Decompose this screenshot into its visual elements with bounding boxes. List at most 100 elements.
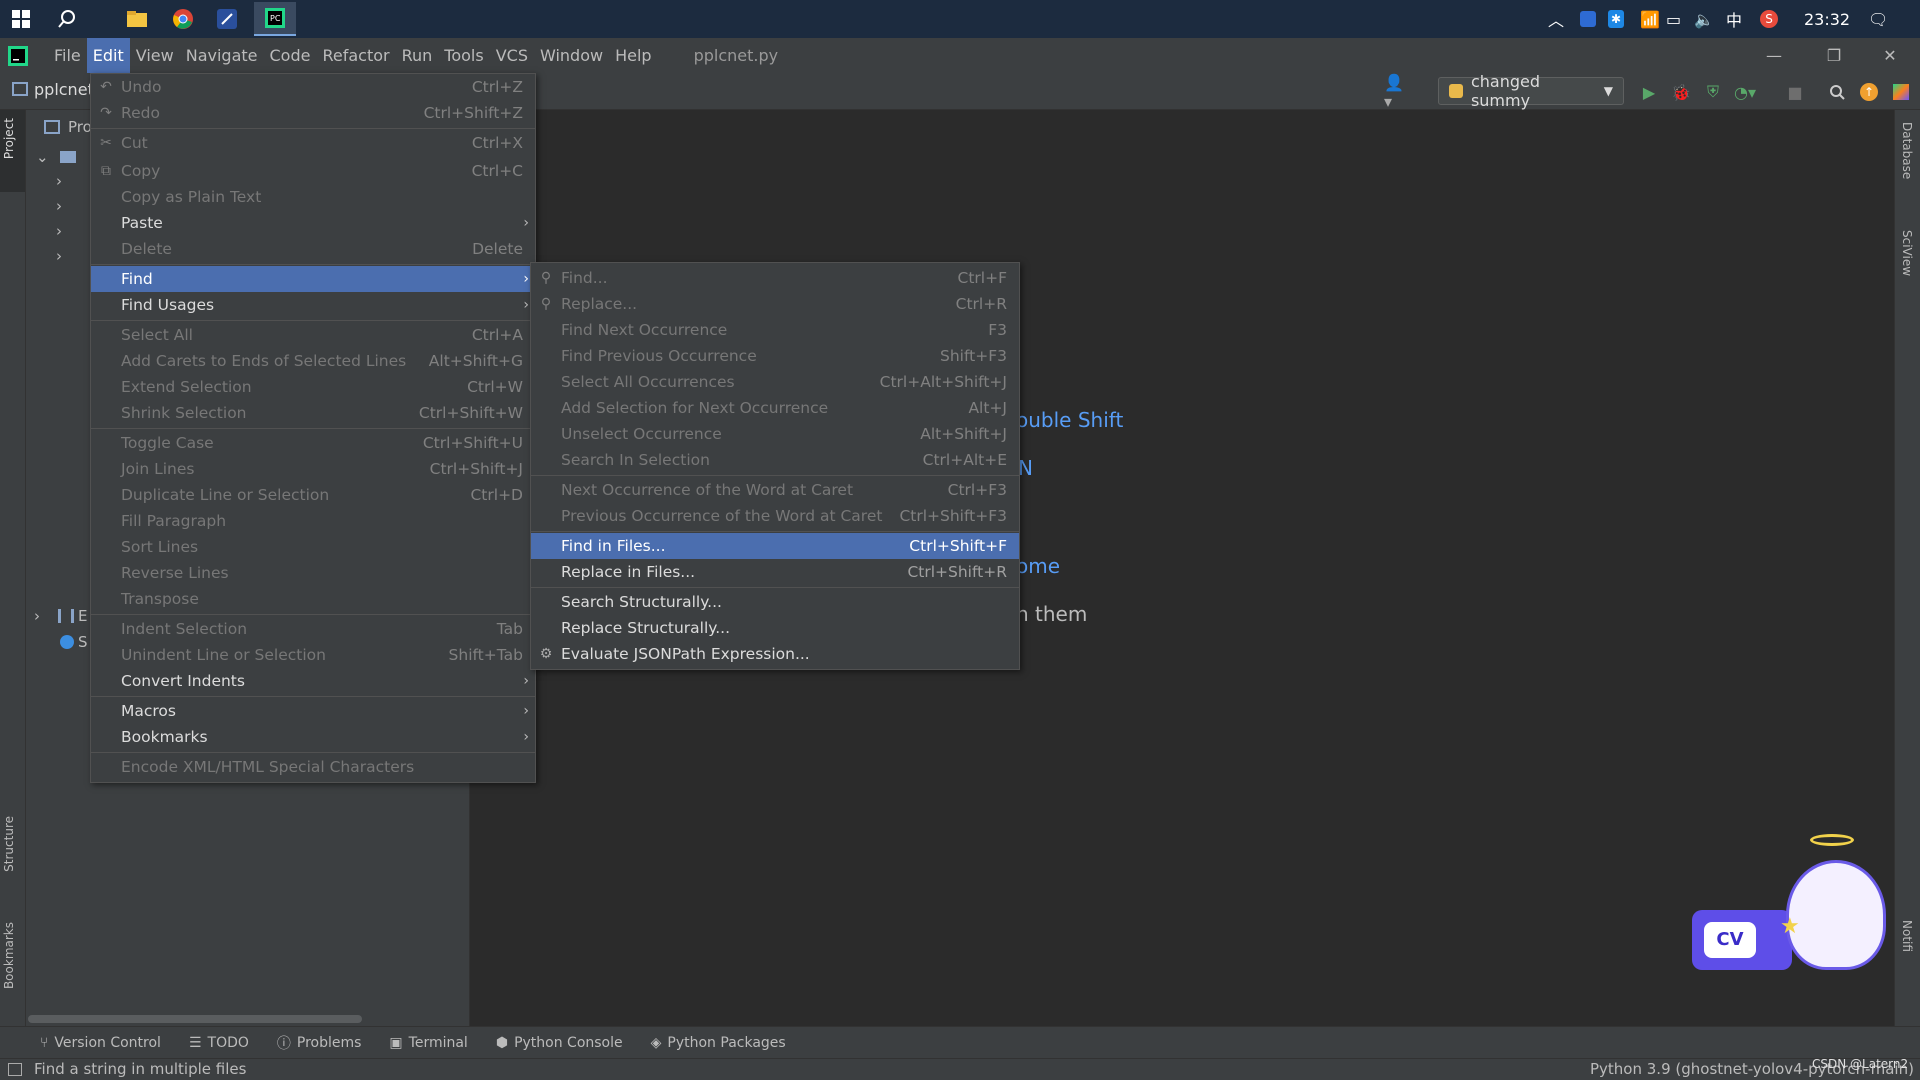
menu-item-select-all[interactable]: Select All Ctrl+A [91, 322, 535, 348]
menu-item-find[interactable]: Find › [91, 266, 535, 292]
user-account-icon[interactable]: 👤▾ [1384, 73, 1410, 111]
tab-database[interactable]: Database [1900, 122, 1914, 179]
tab-structure[interactable]: Structure [2, 816, 16, 872]
bluetooth-icon[interactable]: ✱ [1608, 0, 1624, 38]
menu-file[interactable]: File [48, 38, 87, 73]
menu-item-indent-selection[interactable]: Indent Selection Tab [91, 616, 535, 642]
tab-version-control[interactable]: ⑂ Version Control [40, 1035, 161, 1051]
menu-item-replace-structurally[interactable]: Replace Structurally... [531, 615, 1019, 641]
menu-item-replace-in-files[interactable]: Replace in Files... Ctrl+Shift+R [531, 559, 1019, 585]
tab-bookmarks[interactable]: Bookmarks [2, 922, 16, 989]
search-icon[interactable] [52, 4, 82, 34]
coverage-icon[interactable]: ⛨ [1700, 79, 1726, 105]
run-configuration-select[interactable]: changed summy ▼ [1438, 72, 1624, 110]
tab-python-console[interactable]: ⬢ Python Console [496, 1035, 623, 1051]
menu-item-find-in-files[interactable]: Find in Files... Ctrl+Shift+F [531, 533, 1019, 559]
menu-item-search-structurally[interactable]: Search Structurally... [531, 589, 1019, 615]
menu-item-next-word-at-caret[interactable]: Next Occurrence of the Word at Caret Ctrl… [531, 477, 1019, 503]
menu-item-delete[interactable]: Delete Delete [91, 236, 535, 262]
menu-run[interactable]: Run [396, 38, 439, 73]
search-everywhere-icon[interactable] [1824, 79, 1850, 105]
project-panel-title[interactable]: Pro [68, 118, 92, 136]
toggle-tool-windows-icon[interactable] [8, 1063, 22, 1076]
menu-item-replace[interactable]: ⚲ Replace... Ctrl+R [531, 291, 1019, 317]
update-icon[interactable]: ↑ [1856, 79, 1882, 105]
pycharm-taskbar-icon[interactable]: PC [254, 2, 296, 36]
volume-icon[interactable]: 🔈 [1694, 0, 1714, 38]
menu-item-join-lines[interactable]: Join Lines Ctrl+Shift+J [91, 456, 535, 482]
tab-terminal[interactable]: ▣ Terminal [389, 1035, 467, 1051]
menu-item-copy-plain-text[interactable]: Copy as Plain Text [91, 184, 535, 210]
wifi-icon[interactable]: 📶 [1640, 0, 1660, 38]
menu-refactor[interactable]: Refactor [316, 38, 395, 73]
jetbrains-icon[interactable] [1888, 79, 1914, 105]
run-icon[interactable]: ▶ [1636, 79, 1662, 105]
menu-item-find-next[interactable]: Find Next Occurrence F3 [531, 317, 1019, 343]
menu-item-paste[interactable]: Paste › [91, 210, 535, 236]
tab-todo[interactable]: ☰ TODO [189, 1035, 249, 1051]
tree-row[interactable]: › [56, 195, 62, 217]
menu-item-select-all-occurrences[interactable]: Select All Occurrences Ctrl+Alt+Shift+J [531, 369, 1019, 395]
tree-row[interactable]: › [56, 245, 62, 267]
battery-icon[interactable]: ▭ [1666, 0, 1681, 38]
menu-item-search-in-selection[interactable]: Search In Selection Ctrl+Alt+E [531, 447, 1019, 473]
clock[interactable]: 23:32 [1804, 0, 1850, 38]
menu-navigate[interactable]: Navigate [180, 38, 264, 73]
menu-tools[interactable]: Tools [438, 38, 489, 73]
tree-root-row[interactable]: ⌄ [36, 146, 76, 168]
menu-item-bookmarks[interactable]: Bookmarks › [91, 724, 535, 750]
tab-sciview[interactable]: SciView [1900, 230, 1914, 276]
menu-item-fill-paragraph[interactable]: Fill Paragraph [91, 508, 535, 534]
tree-row-scratches[interactable]: S [60, 631, 88, 653]
stop-icon[interactable]: ■ [1782, 79, 1808, 105]
menu-item-redo[interactable]: ↷ Redo Ctrl+Shift+Z [91, 100, 535, 126]
menu-item-previous-word-at-caret[interactable]: Previous Occurrence of the Word at Caret… [531, 503, 1019, 529]
windows-start-icon[interactable] [6, 4, 36, 34]
tree-row-external-libraries[interactable]: › E [34, 605, 87, 627]
profile-icon[interactable]: ◔▾ [1732, 79, 1758, 105]
tree-row[interactable]: › [56, 170, 62, 192]
menu-edit[interactable]: Edit [86, 38, 130, 73]
menu-window[interactable]: Window [534, 38, 609, 73]
debug-icon[interactable]: 🐞 [1668, 79, 1694, 105]
menu-view[interactable]: View [130, 38, 180, 73]
menu-item-reverse-lines[interactable]: Reverse Lines [91, 560, 535, 586]
menu-item-convert-indents[interactable]: Convert Indents › [91, 668, 535, 694]
tab-project[interactable]: Project [2, 118, 16, 159]
menu-item-add-carets[interactable]: Add Carets to Ends of Selected Lines Alt+… [91, 348, 535, 374]
menu-item-find-previous[interactable]: Find Previous Occurrence Shift+F3 [531, 343, 1019, 369]
menu-help[interactable]: Help [609, 38, 657, 73]
tray-chevron-icon[interactable]: ︿ [1548, 0, 1564, 38]
menu-item-add-selection-next[interactable]: Add Selection for Next Occurrence Alt+J [531, 395, 1019, 421]
horizontal-scrollbar[interactable] [28, 1015, 362, 1023]
sogou-icon[interactable]: S [1760, 0, 1778, 38]
menu-item-undo[interactable]: ↶ Undo Ctrl+Z [91, 74, 535, 100]
menu-item-find-usages[interactable]: Find Usages › [91, 292, 535, 318]
restore-button[interactable]: ❐ [1804, 38, 1864, 73]
tray-app-icon[interactable] [1580, 0, 1596, 38]
menu-item-find-dialog[interactable]: ⚲ Find... Ctrl+F [531, 265, 1019, 291]
menu-item-copy[interactable]: ⧉ Copy Ctrl+C [91, 158, 535, 184]
file-explorer-icon[interactable] [122, 4, 152, 34]
menu-item-encode-xml[interactable]: Encode XML/HTML Special Characters [91, 754, 535, 780]
menu-item-macros[interactable]: Macros › [91, 698, 535, 724]
menu-code[interactable]: Code [264, 38, 317, 73]
menu-item-transpose[interactable]: Transpose [91, 586, 535, 612]
ime-indicator[interactable]: 中 [1726, 0, 1742, 38]
minimize-button[interactable]: — [1744, 38, 1804, 73]
menu-item-evaluate-jsonpath[interactable]: ⚙ Evaluate JSONPath Expression... [531, 641, 1019, 667]
close-window-button[interactable]: ✕ [1860, 38, 1920, 73]
tab-notifications[interactable]: Notifi [1900, 920, 1914, 952]
menu-item-extend-selection[interactable]: Extend Selection Ctrl+W [91, 374, 535, 400]
menu-item-shrink-selection[interactable]: Shrink Selection Ctrl+Shift+W [91, 400, 535, 426]
menu-item-cut[interactable]: ✂ Cut Ctrl+X [91, 130, 535, 156]
menu-item-sort-lines[interactable]: Sort Lines [91, 534, 535, 560]
project-breadcrumb[interactable]: pplcnet [34, 80, 94, 99]
tab-problems[interactable]: ⓘ Problems [277, 1033, 362, 1053]
menu-item-unselect-occurrence[interactable]: Unselect Occurrence Alt+Shift+J [531, 421, 1019, 447]
menu-item-toggle-case[interactable]: Toggle Case Ctrl+Shift+U [91, 430, 535, 456]
notification-center-icon[interactable]: 🗨 [1868, 0, 1888, 38]
menu-item-duplicate-line[interactable]: Duplicate Line or Selection Ctrl+D [91, 482, 535, 508]
menu-item-unindent[interactable]: Unindent Line or Selection Shift+Tab [91, 642, 535, 668]
tab-python-packages[interactable]: ◈ Python Packages [651, 1035, 786, 1051]
